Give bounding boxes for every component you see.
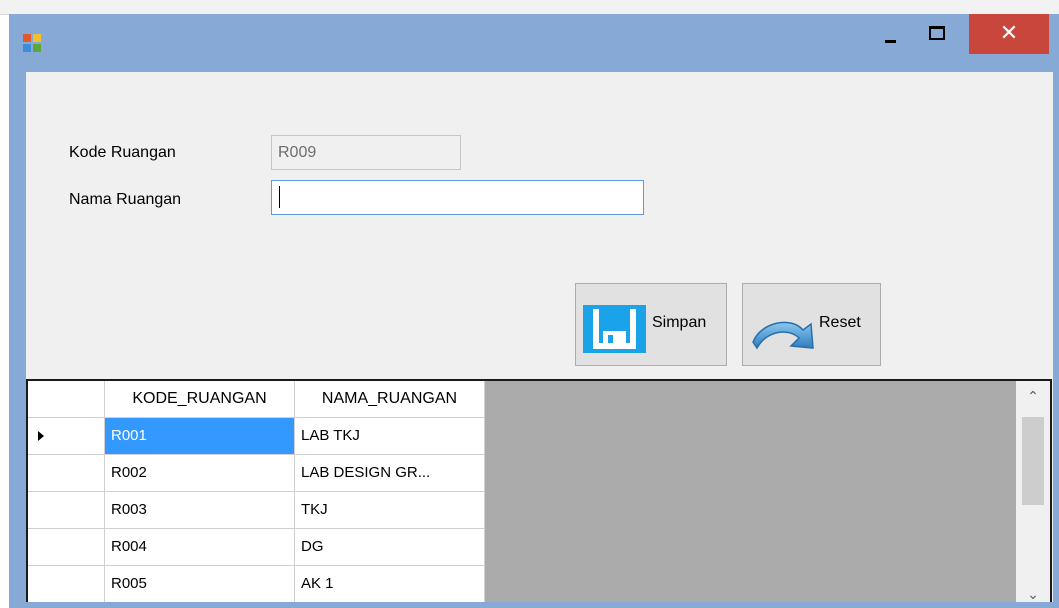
grid-cell-kode[interactable]: R005	[105, 566, 295, 602]
nama-ruangan-input[interactable]	[271, 180, 644, 215]
grid-cell-nama[interactable]: LAB TKJ	[295, 418, 485, 455]
app-icon	[23, 34, 41, 52]
minimize-button[interactable]	[867, 14, 913, 54]
column-header-nama[interactable]: NAMA_RUANGAN	[295, 381, 485, 418]
nama-ruangan-label: Nama Ruangan	[69, 191, 182, 208]
simpan-button[interactable]: Simpan	[575, 283, 727, 366]
grid-cell-kode[interactable]: R003	[105, 492, 295, 529]
column-header-kode[interactable]: KODE_RUANGAN	[105, 381, 295, 418]
grid-cell-nama[interactable]: LAB DESIGN GR...	[295, 455, 485, 492]
undo-arrow-icon	[752, 321, 814, 350]
maximize-button[interactable]	[913, 14, 959, 54]
kode-ruangan-label: Kode Ruangan	[69, 144, 176, 161]
row-header[interactable]	[28, 455, 105, 492]
row-header[interactable]	[28, 566, 105, 602]
vertical-scrollbar[interactable]: ⌃ ⌄	[1016, 381, 1050, 602]
grid-cell-nama[interactable]: TKJ	[295, 492, 485, 529]
ruangan-data-grid[interactable]: KODE_RUANGAN NAMA_RUANGAN R001 LAB TKJ R…	[26, 379, 1052, 602]
kode-ruangan-input[interactable]	[271, 135, 461, 170]
form-client-area: Kode Ruangan Nama Ruangan Simpan	[26, 72, 1053, 602]
app-window: ✕ Kode Ruangan Nama Ruangan Simpan	[9, 14, 1059, 608]
reset-button[interactable]: Reset	[742, 283, 881, 366]
current-row-indicator-icon	[38, 431, 44, 441]
title-bar[interactable]: ✕	[9, 14, 1059, 72]
background-toolbar-strip	[0, 0, 1059, 15]
floppy-disk-icon	[583, 305, 646, 353]
simpan-label: Simpan	[652, 314, 707, 331]
scroll-up-icon[interactable]: ⌃	[1016, 381, 1050, 413]
grid-cell-kode[interactable]: R002	[105, 455, 295, 492]
grid-cell-kode[interactable]: R001	[105, 418, 295, 455]
grid-cell-nama[interactable]: DG	[295, 529, 485, 566]
grid-corner-header	[28, 381, 105, 418]
close-icon: ✕	[999, 21, 1019, 46]
scroll-thumb[interactable]	[1022, 417, 1044, 505]
grid-cell-nama[interactable]: AK 1	[295, 566, 485, 602]
row-header[interactable]	[28, 529, 105, 566]
grid-cell-kode[interactable]: R004	[105, 529, 295, 566]
row-header[interactable]	[28, 492, 105, 529]
close-button[interactable]: ✕	[969, 14, 1049, 54]
scroll-down-icon[interactable]: ⌄	[1016, 579, 1050, 602]
row-header[interactable]	[28, 418, 105, 455]
text-caret	[279, 186, 280, 208]
reset-label: Reset	[819, 314, 861, 331]
